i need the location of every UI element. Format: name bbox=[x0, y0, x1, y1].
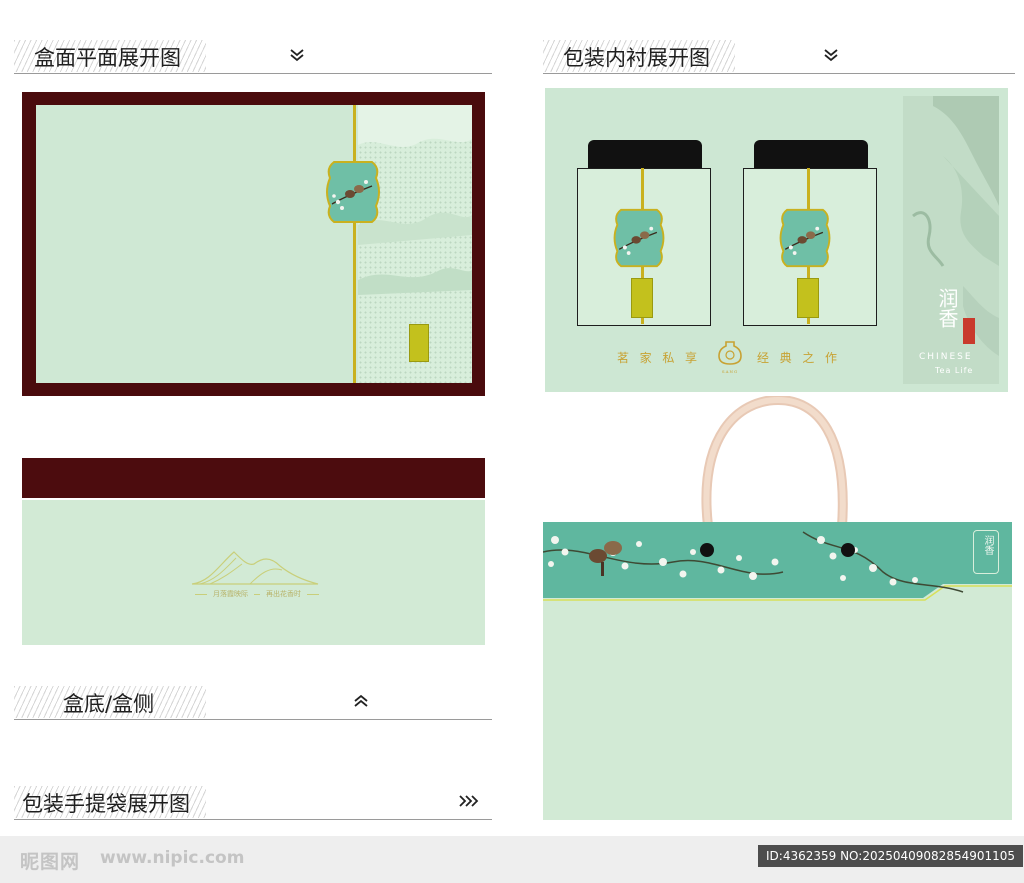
bag-eye-left bbox=[700, 543, 714, 557]
can-lid bbox=[754, 140, 868, 170]
tagline-char: 享 bbox=[684, 351, 697, 365]
chevron-double-down-icon[interactable] bbox=[286, 44, 308, 66]
section-title-bottom: 盒底/盒侧 bbox=[63, 692, 155, 716]
tagline-char: 茗 bbox=[617, 351, 630, 365]
bottom-band bbox=[22, 458, 485, 498]
section-title-lid: 盒面平面展开图 bbox=[34, 46, 181, 70]
footer-bar: 昵图网 www.nipic.com ID:4362359 NO:20250409… bbox=[0, 836, 1024, 883]
chevron-double-up-icon[interactable] bbox=[350, 690, 372, 712]
bag-badge: 润香 bbox=[973, 530, 999, 574]
liner-side-strip: 润香 CHINESE Tea Life bbox=[903, 96, 999, 384]
header-divider bbox=[14, 73, 492, 74]
chevron-double-right-icon[interactable] bbox=[457, 790, 479, 812]
side-brand-name: 润香 bbox=[935, 288, 959, 328]
tagline-char: 私 bbox=[662, 351, 675, 365]
tagline-char: 家 bbox=[639, 351, 652, 365]
header-divider bbox=[14, 719, 492, 720]
emblem-label: SANG bbox=[721, 369, 739, 374]
bird-medallion-icon bbox=[779, 208, 831, 268]
can-seal-tag bbox=[631, 278, 653, 318]
bird-medallion-icon bbox=[326, 161, 380, 223]
header-divider bbox=[543, 73, 1015, 74]
chevron-double-down-icon[interactable] bbox=[820, 44, 842, 66]
header-divider bbox=[14, 819, 492, 820]
can-lid bbox=[588, 140, 702, 170]
side-en-line-1: CHINESE bbox=[919, 352, 973, 362]
tagline-right: 经 典 之 作 bbox=[757, 349, 837, 365]
section-title-bag: 包装手提袋展开图 bbox=[22, 792, 190, 816]
lid-panel bbox=[22, 92, 485, 396]
emblem-vase-icon bbox=[718, 341, 742, 365]
bottom-panel: 月落霞映际 再出花香时 bbox=[22, 500, 485, 645]
slogan-row: 月落霞映际 再出花香时 bbox=[192, 588, 322, 600]
tagline-char: 经 bbox=[757, 351, 770, 365]
slogan-rule bbox=[307, 593, 319, 595]
bag-badge-text: 润香 bbox=[982, 535, 993, 555]
slogan-left: 月落霞映际 bbox=[213, 590, 248, 598]
bird-medallion-icon bbox=[613, 208, 665, 268]
section-header-liner: 包装内衬展开图 bbox=[543, 40, 1015, 74]
footer-url[interactable]: www.nipic.com bbox=[100, 848, 244, 868]
can-seal-tag bbox=[797, 278, 819, 318]
slogan-rule bbox=[195, 593, 207, 595]
section-header-lid: 盒面平面展开图 bbox=[14, 40, 492, 74]
footer-logo: 昵图网 bbox=[20, 851, 81, 873]
bag-eye-right bbox=[841, 543, 855, 557]
plum-blossom-graphic bbox=[543, 531, 1012, 612]
tagline-char: 典 bbox=[779, 351, 792, 365]
mountain-logo-icon bbox=[191, 551, 319, 585]
tagline-left: 茗 家 私 享 bbox=[617, 349, 697, 365]
bag-floral-band: 润香 bbox=[543, 522, 1012, 612]
footer-image-id: ID:4362359 NO:20250409082854901105 bbox=[758, 845, 1024, 867]
red-seal-icon bbox=[963, 318, 975, 344]
ink-landscape-graphic bbox=[912, 96, 999, 356]
bag-handle bbox=[701, 396, 848, 527]
section-header-bottom: 盒底/盒侧 bbox=[14, 686, 492, 720]
slogan-rule bbox=[254, 593, 260, 595]
lid-seal-tag bbox=[409, 324, 429, 362]
tagline-char: 作 bbox=[824, 351, 837, 365]
tagline-char: 之 bbox=[802, 351, 815, 365]
section-header-bag: 包装手提袋展开图 bbox=[14, 786, 492, 820]
section-title-liner: 包装内衬展开图 bbox=[563, 46, 710, 70]
slogan-right: 再出花香时 bbox=[266, 590, 301, 598]
lid-ribbon-line bbox=[353, 105, 356, 383]
liner-panel: 茗 家 私 享 SANG 经 典 之 作 润香 CHINESE Tea Life bbox=[545, 88, 1008, 392]
side-en-line-2: Tea Life bbox=[935, 366, 974, 375]
